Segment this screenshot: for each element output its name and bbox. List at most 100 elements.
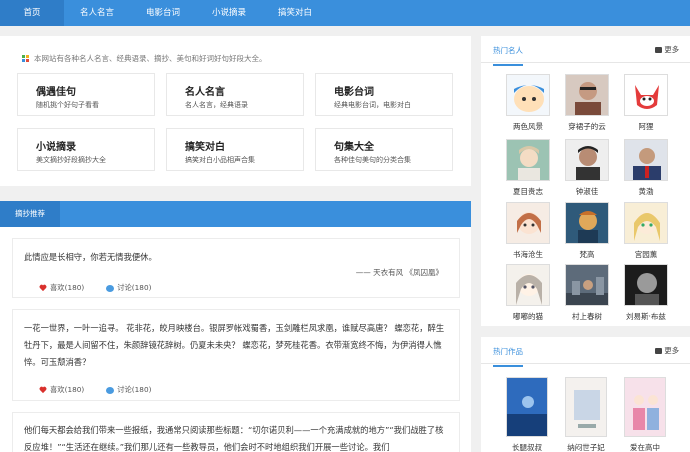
category-desc: 美文摘抄好段摘抄大全 [36,156,106,164]
category-card-movie[interactable]: 电影台词 经典电影台词，电影对白 [315,73,453,116]
person-card[interactable]: 村上春树 [557,264,617,322]
category-desc: 经典电影台词，电影对白 [334,101,411,109]
avatar [506,74,550,116]
post-card: 此情应是长相守，你若无情我便休。 —— 天衣有风 《凤囚凰》 喜欢(180) 讨… [12,238,460,298]
person-card[interactable]: 两色风景 [498,74,558,132]
post-text: 他们每天都会给我们带来一些报纸，我通常只阅读那些标题：“切尔诺贝利——一个充满成… [24,425,444,452]
more-link[interactable]: 更多 [655,45,679,55]
person-card[interactable]: 宫园薰 [616,202,676,260]
category-title: 名人名言 [185,87,225,98]
avatar [565,74,609,116]
person-name: 刘易斯·布兹 [626,312,666,321]
more-label: 更多 [664,346,679,355]
post-card: 他们每天都会给我们带来一些报纸，我通常只阅读那些标题：“切尔诺贝利——一个充满成… [12,412,460,452]
section-bar [0,201,471,227]
category-panel: 本网站有各种名人名言、经典语录、摘抄、美句和好词好句好段大全。 偶遇佳句 随机挑… [0,36,471,186]
book-cover [506,377,548,437]
category-title: 搞笑对白 [185,142,225,153]
comment-button[interactable]: 讨论(180) [106,385,151,395]
site-notice: 本网站有各种名人名言、经典语录、摘抄、美句和好词好句好段大全。 [22,53,267,64]
panel-title: 热门名人 [493,45,523,66]
person-card[interactable]: 夏目贵志 [498,139,558,197]
hot-people-panel: 热门名人 更多 两色风景 穿裙子的云 阿狸 夏目贵志 钟淑佳 黄渤 书海沧生 梵… [481,36,690,326]
category-desc: 随机挑个好句子看看 [36,101,99,109]
work-card[interactable]: 长腿叔叔 [497,377,557,452]
hot-works-panel: 热门作品 更多 长腿叔叔 纳闷世子妃 爱在高中 [481,337,690,452]
category-card-collection[interactable]: 句集大全 各种佳句美句的分类合集 [315,128,453,171]
person-name: 阿狸 [638,122,654,131]
person-name: 书海沧生 [513,250,543,259]
site-notice-text: 本网站有各种名人名言、经典语录、摘抄、美句和好词好句好段大全。 [34,54,267,63]
like-button[interactable]: 喜欢(180) [39,385,84,395]
person-card[interactable]: 梵高 [557,202,617,260]
comment-icon [106,284,115,292]
post-feed: 此情应是长相守，你若无情我便休。 —— 天衣有风 《凤囚凰》 喜欢(180) 讨… [0,227,471,452]
category-card-random[interactable]: 偶遇佳句 随机挑个好句子看看 [17,73,155,116]
comment-icon [106,386,115,394]
nav-movie-lines[interactable]: 电影台词 [130,0,196,26]
person-name: 梵高 [579,250,595,259]
more-link[interactable]: 更多 [655,346,679,356]
post-actions: 喜欢(180) 讨论(180) [39,283,173,293]
panel-title: 热门作品 [493,346,523,367]
post-card: 一花一世界，一叶一追寻。 花非花，皎月映楼台。银屏罗帐戏蜀香，玉剑雕栏凤求凰，谁… [12,309,460,401]
category-desc: 名人名言，经典语录 [185,101,248,109]
work-card[interactable]: 爱在高中 [615,377,675,452]
avatar [624,139,668,181]
heart-icon [39,285,47,292]
post-source: —— 天衣有风 《凤囚凰》 [355,268,443,277]
avatar [506,139,550,181]
person-card[interactable]: 阿狸 [616,74,676,132]
person-card[interactable]: 刘易斯·布兹 [616,264,676,322]
person-name: 黄渤 [638,187,654,196]
avatar [506,202,550,244]
person-card[interactable]: 钟淑佳 [557,139,617,197]
book-cover [565,377,607,437]
more-label: 更多 [664,45,679,54]
category-card-novel[interactable]: 小说摘录 美文摘抄好段摘抄大全 [17,128,155,171]
category-title: 句集大全 [334,142,374,153]
book-cover [624,377,666,437]
nav-novel-excerpts[interactable]: 小说摘录 [196,0,262,26]
avatar [624,264,668,306]
comment-count: 讨论(180) [117,385,152,394]
category-desc: 各种佳句美句的分类合集 [334,156,411,164]
category-title: 小说摘录 [36,142,76,153]
avatar [624,202,668,244]
avatar [565,139,609,181]
category-card-quotes[interactable]: 名人名言 名人名言，经典语录 [166,73,304,116]
work-title: 长腿叔叔 [512,443,542,452]
person-card[interactable]: 嘟嘟的猫 [498,264,558,322]
like-count: 喜欢(180) [50,283,85,292]
section-header: 摘抄推荐 [0,201,471,227]
person-name: 村上春树 [572,312,602,321]
like-button[interactable]: 喜欢(180) [39,283,84,293]
post-text: 此情应是长相守，你若无情我便休。 [24,252,157,262]
avatar [506,264,550,306]
comment-button[interactable]: 讨论(180) [106,283,151,293]
person-name: 穿裙子的云 [568,122,606,131]
person-card[interactable]: 书海沧生 [498,202,558,260]
top-nav: 首页 名人名言 电影台词 小说摘录 搞笑对白 [0,0,690,26]
category-card-funny[interactable]: 搞笑对白 搞笑对白小品相声合集 [166,128,304,171]
person-name: 夏目贵志 [513,187,543,196]
post-text: 一花一世界，一叶一追寻。 花非花，皎月映楼台。银屏罗帐戏蜀香，玉剑雕栏凤求凰，谁… [24,323,445,367]
person-card[interactable]: 穿裙子的云 [557,74,617,132]
panel-header: 热门作品 更多 [481,337,690,367]
panel-header: 热门名人 更多 [481,36,690,66]
person-name: 两色风景 [513,122,543,131]
avatar [624,74,668,116]
layers-icon [655,348,663,354]
tab-recommended[interactable]: 摘抄推荐 [0,201,60,227]
like-count: 喜欢(180) [50,385,85,394]
work-title: 爱在高中 [630,443,660,452]
avatar [565,264,609,306]
nav-funny-dialogue[interactable]: 搞笑对白 [262,0,328,26]
work-card[interactable]: 纳闷世子妃 [556,377,616,452]
category-title: 偶遇佳句 [36,87,76,98]
nav-quotes[interactable]: 名人名言 [64,0,130,26]
nav-home[interactable]: 首页 [0,0,64,26]
category-desc: 搞笑对白小品相声合集 [185,156,255,164]
category-title: 电影台词 [334,87,374,98]
person-card[interactable]: 黄渤 [616,139,676,197]
